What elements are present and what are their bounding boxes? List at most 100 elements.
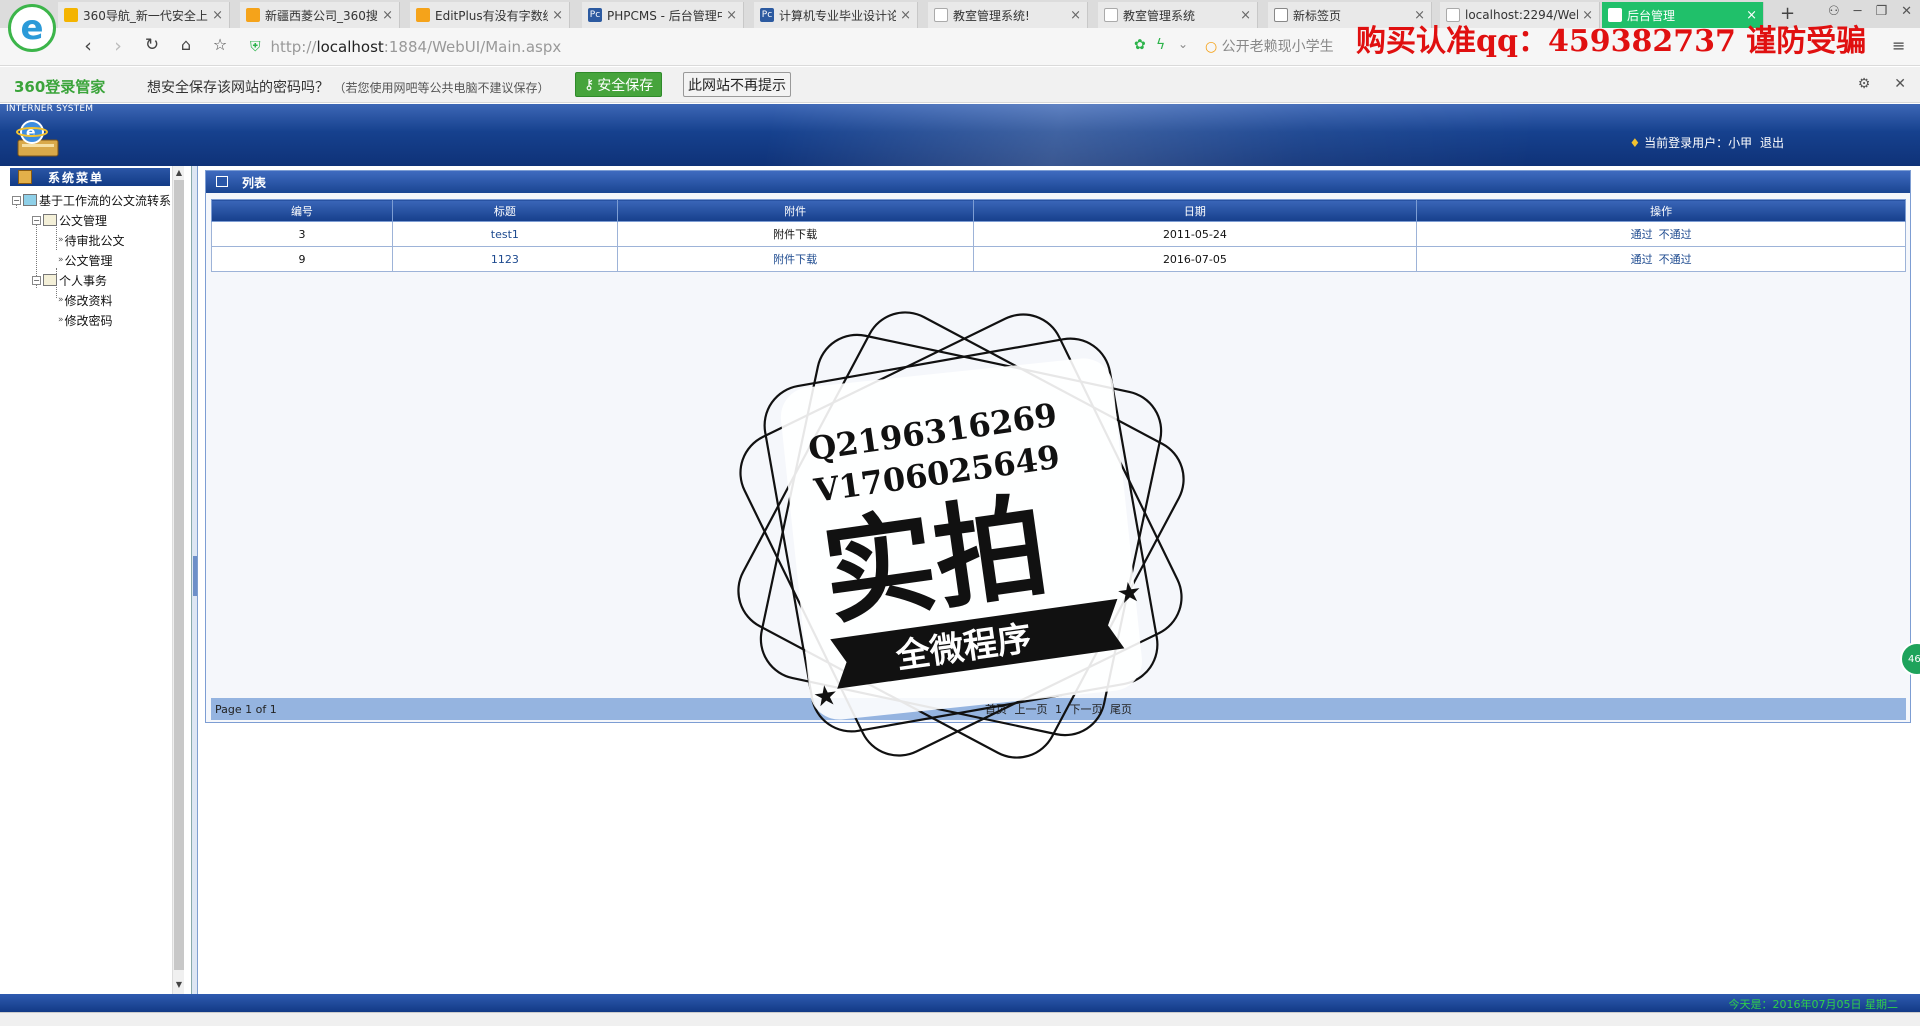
tree-node-root[interactable]: − 基于工作流的公文流转系 bbox=[12, 192, 171, 208]
tab-close-icon[interactable]: × bbox=[900, 8, 911, 23]
password-save-message: 想安全保存该网站的密码吗？ （若您使用网吧等公共电脑不建议保存） bbox=[147, 77, 549, 97]
scroll-up-icon[interactable]: ▲ bbox=[174, 168, 184, 177]
search-box[interactable]: ○ 公开老赖现小学生 bbox=[1205, 36, 1334, 56]
bookmark-star-icon[interactable]: ☆ bbox=[208, 35, 232, 54]
column-header-title: 标题 bbox=[391, 199, 618, 222]
tab-title: 计算机专业毕业设计论 bbox=[779, 8, 897, 23]
pager-links: 首页 上一页 1 下一页 尾页 bbox=[211, 701, 1906, 717]
cell-title-link[interactable]: 1123 bbox=[391, 246, 618, 272]
lightning-icon[interactable]: ϟ bbox=[1156, 37, 1165, 53]
tree-node-edit-password[interactable]: » 修改密码 bbox=[58, 312, 113, 328]
tab-favicon-icon bbox=[246, 8, 260, 22]
reject-link[interactable]: 不通过 bbox=[1659, 253, 1692, 266]
arrow-icon: » bbox=[58, 255, 64, 265]
cell-id: 3 bbox=[211, 221, 393, 247]
back-icon[interactable]: ‹ bbox=[76, 35, 100, 57]
browser-tab[interactable]: 教室管理系统! × bbox=[928, 2, 1088, 28]
tab-close-icon[interactable]: × bbox=[212, 8, 223, 23]
last-page-link[interactable]: 尾页 bbox=[1110, 703, 1132, 716]
logout-link[interactable]: 退出 bbox=[1760, 136, 1784, 150]
user-icon: ♦ bbox=[1629, 136, 1641, 150]
scroll-down-icon[interactable]: ▼ bbox=[174, 980, 184, 989]
tree-label: 公文管理 bbox=[59, 213, 108, 228]
cell-attachment-link[interactable]: 附件下载 bbox=[616, 221, 974, 247]
tab-title: 360导航_新一代安全上 bbox=[83, 8, 208, 23]
reload-icon[interactable]: ↻ bbox=[140, 35, 164, 55]
prev-page-link[interactable]: 上一页 bbox=[1015, 703, 1048, 716]
menu-icon[interactable]: ≡ bbox=[1892, 36, 1905, 55]
maximize-icon[interactable]: ❐ bbox=[1875, 4, 1887, 19]
browser-tab[interactable]: EditPlus有没有字数统 × bbox=[410, 2, 570, 28]
close-bar-icon[interactable]: ✕ bbox=[1894, 76, 1906, 92]
tab-favicon-icon: Pc bbox=[760, 8, 774, 22]
settings-gear-icon[interactable]: ⚙ bbox=[1858, 76, 1871, 92]
first-page-link[interactable]: 首页 bbox=[985, 703, 1007, 716]
key-icon: ⚷ bbox=[584, 76, 595, 93]
password-save-bar: 360登录管家 想安全保存该网站的密码吗？ （若您使用网吧等公共电脑不建议保存）… bbox=[0, 67, 1920, 103]
scroll-thumb[interactable] bbox=[174, 180, 184, 970]
list-icon bbox=[216, 176, 228, 187]
browser-tab[interactable]: 360导航_新一代安全上 × bbox=[58, 2, 230, 28]
close-window-icon[interactable]: ✕ bbox=[1901, 4, 1912, 19]
tab-close-icon[interactable]: × bbox=[1070, 8, 1081, 23]
tab-close-icon[interactable]: × bbox=[726, 8, 737, 23]
pager-bar: 首页 上一页 1 下一页 尾页 Page 1 of 1 bbox=[211, 698, 1906, 720]
browser-tab[interactable]: 新疆西菱公司_360搜索 × bbox=[240, 2, 400, 28]
column-header-id: 编号 bbox=[211, 199, 393, 222]
cell-attachment-link[interactable]: 附件下载 bbox=[616, 246, 974, 272]
tree-node-pending[interactable]: » 待审批公文 bbox=[58, 232, 125, 248]
browser-tab[interactable]: 教室管理系统 × bbox=[1098, 2, 1258, 28]
home-icon[interactable]: ⌂ bbox=[174, 35, 198, 54]
cell-title-link[interactable]: test1 bbox=[391, 221, 618, 247]
tab-close-icon[interactable]: × bbox=[382, 8, 393, 23]
dropdown-icon[interactable]: ⌄ bbox=[1178, 37, 1188, 51]
tree-node-personal[interactable]: − 个人事务 bbox=[32, 272, 107, 288]
browser-logo[interactable]: e bbox=[8, 4, 56, 52]
app-logo-icon: e bbox=[16, 120, 59, 157]
column-header-actions: 操作 bbox=[1416, 199, 1906, 222]
tree-label: 修改密码 bbox=[64, 313, 113, 328]
user-name: 小甲 bbox=[1728, 136, 1753, 150]
speed-icon[interactable]: ✿ bbox=[1134, 37, 1146, 53]
tab-favicon-icon bbox=[1104, 8, 1118, 22]
tab-favicon-icon bbox=[416, 8, 430, 22]
tab-favicon-icon bbox=[934, 8, 948, 22]
approve-link[interactable]: 通过 bbox=[1631, 228, 1653, 241]
panel-splitter[interactable] bbox=[192, 166, 198, 994]
tab-grid-icon bbox=[1274, 8, 1288, 22]
home-folder-icon bbox=[23, 194, 37, 206]
tree-node-doc-admin[interactable]: » 公文管理 bbox=[58, 252, 113, 268]
scam-warning-banner: 购买认准qq：459382737 谨防受骗 bbox=[1356, 24, 1867, 59]
reject-link[interactable]: 不通过 bbox=[1659, 228, 1692, 241]
next-page-link[interactable]: 下一页 bbox=[1070, 703, 1103, 716]
approve-link[interactable]: 通过 bbox=[1631, 253, 1653, 266]
safe-save-button[interactable]: ⚷ 安全保存 bbox=[575, 72, 663, 97]
forward-icon[interactable]: › bbox=[106, 35, 130, 57]
splitter-grip[interactable] bbox=[193, 556, 197, 596]
tree-node-doc-mgmt[interactable]: − 公文管理 bbox=[32, 212, 107, 228]
password-note: （若您使用网吧等公共电脑不建议保存） bbox=[333, 81, 550, 95]
browser-tab[interactable]: Pc PHPCMS - 后台管理中 × bbox=[582, 2, 744, 28]
secure-shield-icon: ⛨ bbox=[250, 39, 261, 55]
url-scheme: http:// bbox=[270, 38, 317, 56]
current-page: 1 bbox=[1055, 703, 1062, 716]
tab-close-icon[interactable]: × bbox=[552, 8, 563, 23]
collapse-icon[interactable]: − bbox=[32, 275, 41, 285]
tab-favicon-icon bbox=[64, 8, 78, 22]
folder-icon bbox=[43, 274, 57, 286]
tab-close-icon[interactable]: × bbox=[1240, 8, 1251, 23]
left-scrollbar[interactable]: ▲ ▼ bbox=[172, 166, 184, 994]
collapse-icon[interactable]: − bbox=[12, 195, 21, 205]
tab-title: 教室管理系统 bbox=[1123, 8, 1196, 23]
tab-title: PHPCMS - 后台管理中 bbox=[607, 8, 723, 23]
collapse-icon[interactable]: − bbox=[32, 215, 41, 225]
cell-actions: 通过 不通过 bbox=[1416, 221, 1906, 247]
system-label: INTERNER SYSTEM bbox=[6, 104, 94, 114]
table-row: 3 test1 附件下载 2011-05-24 通过 不通过 bbox=[211, 221, 1906, 247]
tree-node-edit-profile[interactable]: » 修改资料 bbox=[58, 292, 113, 308]
left-menu-panel: 系统菜单 − 基于工作流的公文流转系 − 公文管理 » 待审批公文 » 公文管理 − 个人… bbox=[0, 166, 192, 994]
never-prompt-button[interactable]: 此网站不再提示 bbox=[683, 72, 791, 97]
browser-tab[interactable]: Pc 计算机专业毕业设计论 × bbox=[754, 2, 918, 28]
url-path: :1884/WebUI/Main.aspx bbox=[383, 38, 562, 56]
safe-save-label: 安全保存 bbox=[597, 77, 654, 94]
